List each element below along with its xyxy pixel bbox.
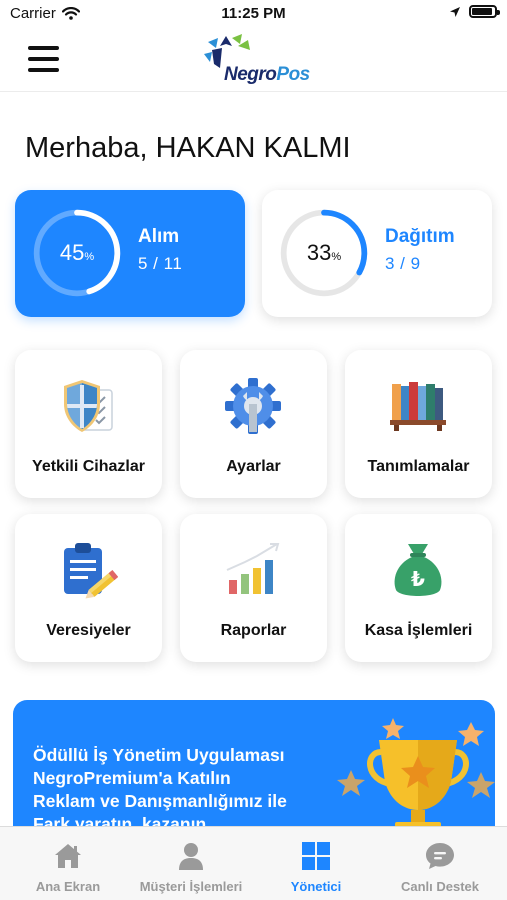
progress-number: 45 <box>59 240 85 265</box>
progress-unit: % <box>331 251 342 263</box>
progress-value: 45% <box>29 205 125 301</box>
status-time: 11:25 PM <box>221 5 286 22</box>
gear-wrench-icon <box>225 378 281 434</box>
promo-text: Ödüllü İş Yönetim Uygulaması NegroPremiu… <box>33 744 287 836</box>
trophy-icon <box>337 718 495 836</box>
menu-icon-bar <box>28 68 59 72</box>
app-logo: NegroPos <box>200 34 310 90</box>
progress-value: 33% <box>276 205 372 301</box>
tab-label: Müşteri İşlemleri <box>139 879 243 894</box>
status-bar: Carrier 11:25 PM <box>0 0 507 28</box>
progress-unit: % <box>84 251 95 263</box>
promo-banner[interactable]: Ödüllü İş Yönetim Uygulaması NegroPremiu… <box>13 700 495 840</box>
tab-label: Yönetici <box>290 879 342 894</box>
greeting-title: Merhaba, HAKAN KALMI <box>25 132 351 164</box>
home-icon <box>55 844 81 868</box>
menu-button[interactable] <box>28 46 59 72</box>
clipboard-pencil-icon <box>64 543 118 599</box>
tile-label: Veresiyeler <box>46 622 131 639</box>
progress-number: 33 <box>306 240 332 265</box>
svg-text:₺: ₺ <box>411 567 425 591</box>
battery-icon <box>469 5 500 18</box>
bottom-tab-bar: Ana Ekran Müşteri İşlemleri Yönetici Can… <box>0 826 507 900</box>
tab-label: Ana Ekran <box>35 879 101 894</box>
tab-label: Canlı Destek <box>400 879 480 894</box>
tab-musteri-islemleri[interactable]: Müşteri İşlemleri <box>128 827 254 900</box>
logo-brand-negro: Negro <box>224 64 277 85</box>
menu-tile-tanimlamalar[interactable]: Tanımlamalar <box>345 350 492 498</box>
bar-chart-icon <box>226 543 280 594</box>
stat-label: Alım <box>138 226 180 247</box>
tile-label: Raporlar <box>220 622 287 639</box>
menu-icon-bar <box>28 57 59 61</box>
tab-canli-destek[interactable]: Canlı Destek <box>377 827 503 900</box>
logo-brand-pos: Pos <box>276 64 310 85</box>
grid-icon <box>302 842 330 870</box>
tile-label: Tanımlamalar <box>367 458 470 475</box>
tab-yonetici[interactable]: Yönetici <box>253 827 379 900</box>
stat-card-alim[interactable]: 45% Alım 5 / 11 <box>15 190 245 317</box>
stat-count: 3 / 9 <box>385 254 421 273</box>
app-header: NegroPos <box>0 28 507 92</box>
menu-tile-yetkili-cihazlar[interactable]: Yetkili Cihazlar <box>15 350 162 498</box>
menu-tile-raporlar[interactable]: Raporlar <box>180 514 327 662</box>
stat-card-dagitim[interactable]: 33% Dağıtım 3 / 9 <box>262 190 492 317</box>
money-bag-icon: ₺ <box>394 544 442 596</box>
tile-label: Yetkili Cihazlar <box>32 458 145 475</box>
stat-label: Dağıtım <box>385 226 455 247</box>
menu-tile-veresiyeler[interactable]: Veresiyeler <box>15 514 162 662</box>
status-right <box>449 5 500 18</box>
bookshelf-icon <box>390 382 446 431</box>
location-arrow-icon <box>450 6 460 17</box>
menu-tile-ayarlar[interactable]: Ayarlar <box>180 350 327 498</box>
tab-ana-ekran[interactable]: Ana Ekran <box>5 827 131 900</box>
person-icon <box>179 843 203 870</box>
tile-label: Ayarlar <box>226 458 281 475</box>
menu-tile-kasa-islemleri[interactable]: ₺ Kasa İşlemleri <box>345 514 492 662</box>
tile-label: Kasa İşlemleri <box>364 622 473 639</box>
promo-line: Reklam ve Danışmanlığımız ile <box>33 791 287 811</box>
chat-bubble-icon <box>426 843 454 869</box>
stat-count: 5 / 11 <box>138 254 183 273</box>
promo-line: Ödüllü İş Yönetim Uygulaması <box>33 745 285 765</box>
shield-checklist-icon <box>64 380 113 432</box>
logo-text: NegroPos <box>224 64 310 86</box>
menu-icon-bar <box>28 46 59 50</box>
promo-line: NegroPremium'a Katılın <box>33 768 231 788</box>
